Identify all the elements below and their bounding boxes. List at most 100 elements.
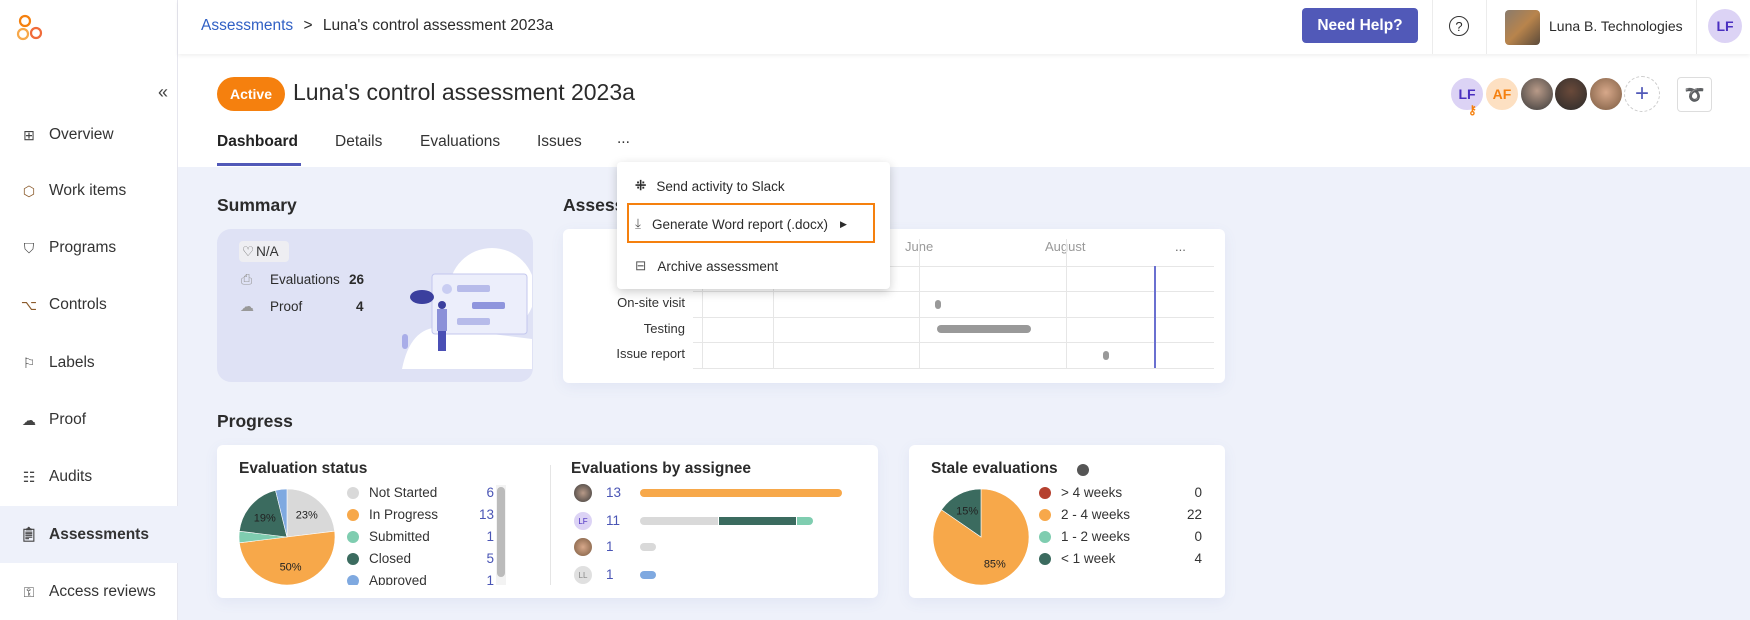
legend-value[interactable]: 1 (464, 573, 494, 585)
timeline-title: Assess (563, 195, 625, 215)
assignee-bar-segment[interactable] (797, 517, 813, 525)
assignee-count[interactable]: 13 (606, 485, 621, 500)
legend-label: Submitted (369, 529, 430, 544)
assignee-count[interactable]: 1 (606, 567, 614, 582)
legend-value[interactable]: 13 (464, 507, 494, 522)
legend-item[interactable]: Submitted (347, 529, 430, 544)
assignee-bar-segment[interactable] (640, 517, 718, 525)
sidebar-item-label: Controls (49, 296, 107, 313)
assignee-bar-segment[interactable] (718, 517, 797, 525)
legend-dot (347, 552, 359, 565)
assignee-avatar[interactable]: LL (574, 566, 592, 584)
timeline-bar-onsite[interactable] (935, 300, 941, 309)
timeline-bar-issue-report[interactable] (1103, 351, 1109, 360)
rss-icon: ➰ (1684, 86, 1705, 104)
assignee-count[interactable]: 1 (606, 539, 614, 554)
sidebar-item-programs[interactable]: ⛉ Programs (0, 220, 178, 276)
progress-title: Progress (217, 411, 293, 431)
app-logo[interactable] (16, 14, 44, 42)
divider (1696, 0, 1697, 54)
breadcrumb-assessments-link[interactable]: Assessments (201, 17, 293, 34)
help-icon[interactable]: ? (1449, 16, 1469, 36)
evaluation-status-pie: 23% 50% 19% (238, 488, 336, 586)
sidebar-item-assessments[interactable]: 📋︎ Assessments (0, 506, 178, 563)
grid-line (693, 368, 1214, 369)
top-header: Assessments > Luna's control assessment … (178, 0, 1750, 54)
assignee-bar-segment[interactable] (640, 543, 656, 551)
legend-value[interactable]: 1 (464, 529, 494, 544)
legend-item[interactable]: 1 - 2 weeks (1039, 529, 1130, 544)
assignee-bar-segment[interactable] (640, 571, 656, 579)
grid-line (919, 239, 920, 368)
submenu-arrow-icon: ▶ (840, 218, 847, 229)
legend-item[interactable]: 2 - 4 weeks (1039, 507, 1130, 522)
tab-details[interactable]: Details (335, 133, 382, 151)
legend-label: Not Started (369, 485, 438, 500)
menu-item-generate-word-report[interactable]: ⤓ Generate Word report (.docx) ▶ (617, 205, 890, 243)
legend-label: Approved (369, 573, 427, 585)
scrollbar-thumb[interactable] (497, 487, 505, 577)
member-avatar[interactable]: LF (1449, 76, 1485, 112)
evaluation-status-title: Evaluation status (239, 460, 368, 477)
tab-evaluations[interactable]: Evaluations (420, 133, 500, 151)
pie-data-label: 15% (956, 506, 978, 518)
legend-item[interactable]: > 4 weeks (1039, 485, 1122, 500)
timeline-more-button[interactable]: ... (1175, 239, 1186, 254)
legend-value: 0 (1194, 485, 1202, 500)
assignee-count[interactable]: 11 (606, 513, 620, 528)
sidebar-item-proof[interactable]: ☁ Proof (0, 392, 178, 448)
summary-illustration (402, 248, 532, 369)
sidebar-item-overview[interactable]: ⊞ Overview (0, 107, 178, 163)
legend-value[interactable]: 6 (464, 485, 494, 500)
sidebar-item-label: Access reviews (49, 583, 156, 600)
member-avatar[interactable]: AF (1484, 76, 1520, 112)
sidebar-item-controls[interactable]: ⌥ Controls (0, 277, 178, 333)
add-member-button[interactable]: + (1624, 76, 1660, 112)
tab-issues[interactable]: Issues (537, 133, 582, 151)
sidebar-item-label: Labels (49, 354, 95, 371)
assignee-avatar[interactable] (574, 538, 592, 556)
legend-dot (347, 486, 359, 499)
legend-item[interactable]: Approved (347, 573, 427, 585)
legend-item[interactable]: Not Started (347, 485, 437, 500)
tab-more-button[interactable]: ... (617, 130, 630, 148)
org-logo-avatar[interactable] (1505, 10, 1540, 45)
legend-label: In Progress (369, 507, 439, 522)
pie-data-label: 85% (984, 558, 1006, 570)
sidebar-item-access-reviews[interactable]: ⚿ Access reviews (0, 564, 178, 620)
assignee-bar-segment[interactable] (640, 489, 842, 497)
sidebar-item-audits[interactable]: ☷ Audits (0, 449, 178, 505)
menu-item-archive-assessment[interactable]: ⊟ Archive assessment (617, 247, 890, 285)
pie-data-label: 19% (254, 512, 276, 524)
need-help-button[interactable]: Need Help? (1302, 8, 1418, 43)
user-avatar[interactable]: LF (1708, 9, 1742, 43)
assignee-avatar[interactable] (574, 484, 592, 502)
more-actions-menu: ⁜ Send activity to Slack ⤓ Generate Word r… (617, 162, 890, 289)
tab-dashboard[interactable]: Dashboard (217, 133, 298, 151)
sidebar-item-labels[interactable]: ⚐ Labels (0, 335, 178, 391)
member-avatar-photo[interactable] (1553, 76, 1589, 112)
shield-icon: ⛉ (23, 239, 35, 256)
legend-item[interactable]: < 1 week (1039, 551, 1115, 566)
rss-feed-button[interactable]: ➰ (1677, 77, 1712, 112)
org-name[interactable]: Luna B. Technologies (1549, 18, 1683, 34)
member-avatar-photo[interactable] (1519, 76, 1555, 112)
audit-icon: ☷ (22, 468, 36, 485)
legend-item[interactable]: Closed (347, 551, 411, 566)
sidebar: « ⊞ Overview ⬡ Work items ⛉ Programs ⌥ Contr… (0, 0, 178, 620)
menu-item-send-to-slack[interactable]: ⁜ Send activity to Slack (617, 167, 890, 205)
collapse-sidebar-button[interactable]: « (158, 82, 168, 103)
stale-evaluations-pie: 85% 15% (932, 488, 1030, 586)
timeline-bar-testing[interactable] (937, 325, 1031, 333)
download-icon: ⤓ (635, 216, 641, 231)
member-avatar-photo[interactable] (1588, 76, 1624, 112)
info-icon[interactable] (1077, 464, 1089, 476)
legend-value: 4 (1194, 551, 1202, 566)
legend-label: 1 - 2 weeks (1061, 529, 1131, 544)
assignee-avatar[interactable]: LF (574, 512, 592, 530)
legend-value[interactable]: 5 (464, 551, 494, 566)
legend-label: < 1 week (1061, 551, 1116, 566)
legend-item[interactable]: In Progress (347, 507, 438, 522)
legend-scrollbar[interactable] (496, 485, 506, 585)
sidebar-item-work-items[interactable]: ⬡ Work items (0, 163, 178, 219)
